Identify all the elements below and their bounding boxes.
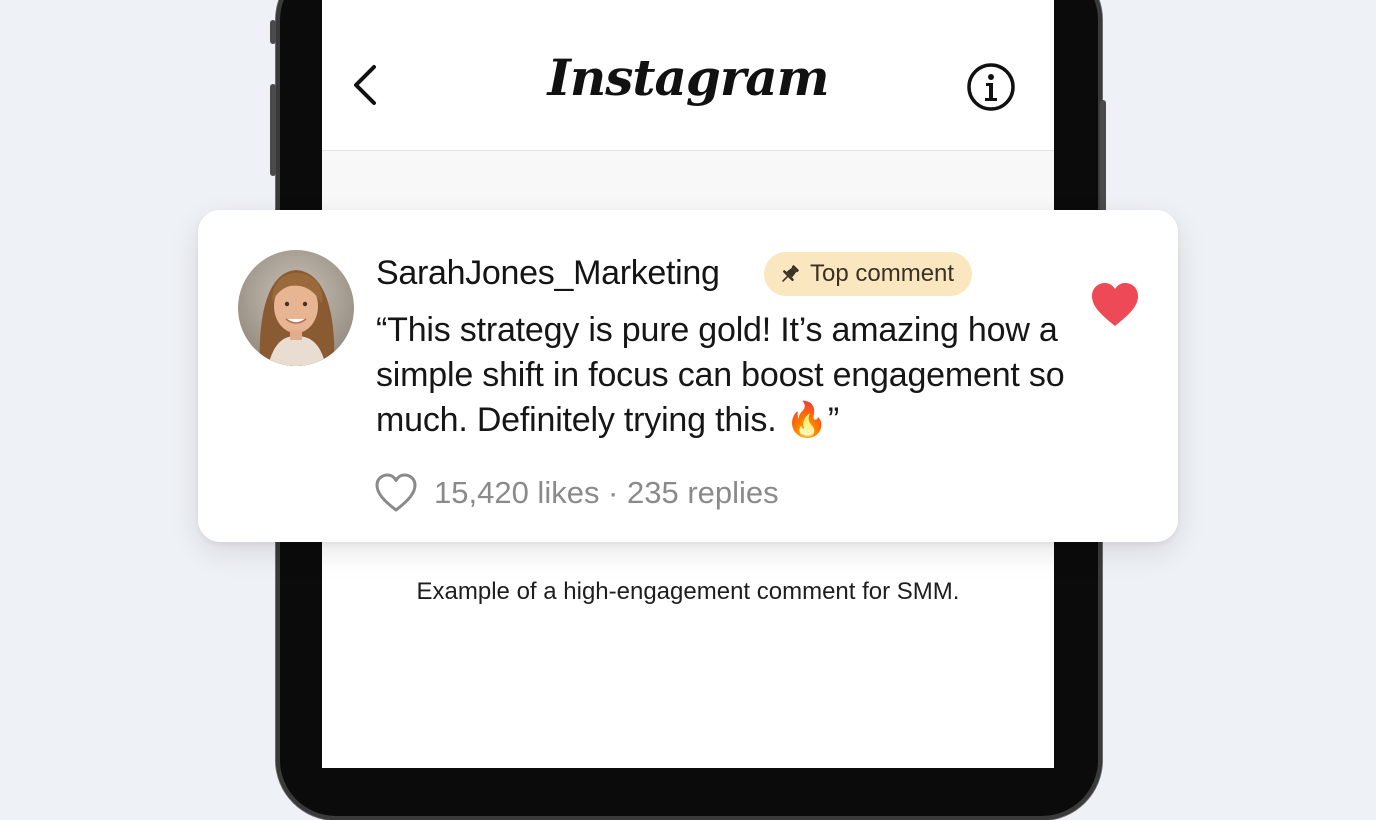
heart-outline-icon — [375, 473, 417, 512]
avatar-image — [238, 250, 354, 366]
comment-meta: 15,420 likes · 235 replies — [374, 468, 779, 518]
comment-card: SarahJones_Marketing Top comment “This s… — [198, 210, 1178, 542]
phone-screen-lower — [343, 540, 1033, 768]
info-circle-icon — [967, 63, 1015, 111]
feed-divider-band — [322, 151, 1054, 211]
phone-silent-switch — [270, 20, 276, 44]
info-button[interactable] — [966, 62, 1016, 112]
app-header: Instagram — [322, 0, 1054, 151]
app-logo: Instagram — [547, 48, 830, 107]
caption-text: Example of a high-engagement comment for… — [416, 578, 960, 605]
likes-replies-count[interactable]: 15,420 likes · 235 replies — [434, 475, 779, 511]
like-button[interactable] — [374, 473, 418, 513]
avatar[interactable] — [238, 250, 354, 366]
phone-power-button — [1100, 100, 1106, 220]
pin-icon — [782, 265, 799, 282]
top-comment-badge: Top comment — [764, 252, 973, 296]
comment-username[interactable]: SarahJones_Marketing — [376, 254, 720, 293]
badge-label: Top comment — [810, 260, 955, 287]
phone-volume-button — [270, 84, 276, 176]
comment-text: “This strategy is pure gold! It’s amazin… — [376, 311, 1065, 439]
